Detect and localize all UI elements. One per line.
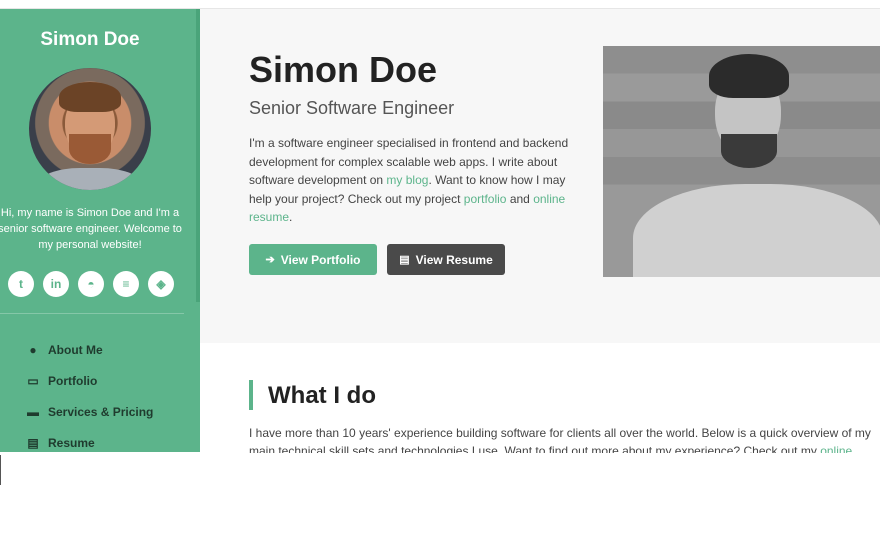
nav-label: Services & Pricing xyxy=(48,404,154,419)
site-name[interactable]: Simon Doe xyxy=(0,29,180,51)
nav-item-resume[interactable]: ▤ Resume xyxy=(26,427,153,452)
arrow-circle-right-icon: ➔ xyxy=(265,254,275,266)
section-accent-bar xyxy=(249,380,253,410)
user-icon: ● xyxy=(29,342,37,357)
laptop-icon: ▭ xyxy=(27,373,39,388)
sidebar: Simon Doe Hi, my name is Simon Doe and I… xyxy=(0,9,200,452)
github-icon[interactable]: ◓ xyxy=(78,271,104,297)
nav-label: About Me xyxy=(48,342,103,357)
hero-name: Simon Doe xyxy=(249,49,438,90)
sidebar-bio: Hi, my name is Simon Doe and I'm a senio… xyxy=(0,207,182,251)
linkedin-icon[interactable]: in xyxy=(43,271,69,297)
profile-photo xyxy=(603,46,880,277)
file-icon: ▤ xyxy=(27,435,39,450)
twitter-icon[interactable]: t xyxy=(8,271,34,297)
view-portfolio-button[interactable]: ➔ View Portfolio xyxy=(249,244,377,275)
section-title: What I do xyxy=(268,382,376,409)
view-resume-button[interactable]: ▤ View Resume xyxy=(387,244,505,275)
blog-link[interactable]: my blog xyxy=(386,173,428,187)
nav-label: Resume xyxy=(48,435,95,450)
profile-avatar xyxy=(29,68,151,190)
portfolio-link[interactable]: portfolio xyxy=(464,192,507,206)
nav-label: Portfolio xyxy=(48,373,98,388)
text-cursor xyxy=(0,455,2,485)
nav-item-portfolio[interactable]: ▭ Portfolio xyxy=(26,365,153,396)
section-text: I have more than 10 years' experience bu… xyxy=(249,424,880,453)
view-portfolio-label: View Portfolio xyxy=(280,252,361,267)
nav-item-about-me[interactable]: ● About Me xyxy=(26,334,153,365)
nav-item-services-pricing[interactable]: ▬ Services & Pricing xyxy=(26,396,153,427)
social-links: t in ◓ ≡ ◈ xyxy=(8,271,174,297)
online-resume-link[interactable]: online xyxy=(820,444,852,453)
file-icon: ▤ xyxy=(399,254,410,266)
sidebar-divider xyxy=(0,313,184,314)
briefcase-icon: ▬ xyxy=(27,404,39,419)
sidebar-nav: ● About Me ▭ Portfolio ▬ Services & Pric… xyxy=(26,334,153,452)
codepen-icon[interactable]: ◈ xyxy=(148,271,174,297)
hero-tagline: Senior Software Engineer xyxy=(249,98,455,118)
stackoverflow-icon[interactable]: ≡ xyxy=(113,271,139,297)
hero-intro: I'm a software engineer specialised in f… xyxy=(249,136,569,224)
view-resume-label: View Resume xyxy=(415,252,493,267)
